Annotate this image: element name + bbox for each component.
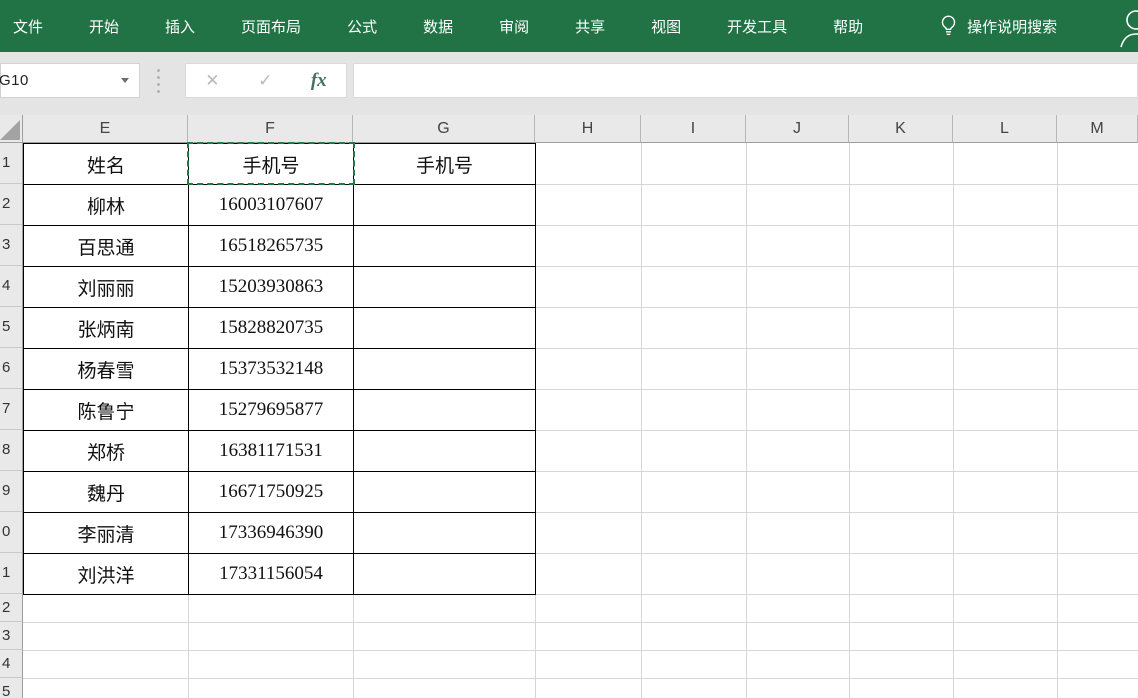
column-header-K[interactable]: K bbox=[849, 115, 953, 143]
row-header-11[interactable]: 1 bbox=[0, 553, 23, 594]
tab-file[interactable]: 文件 bbox=[13, 16, 43, 37]
cell-E1[interactable]: 姓名 bbox=[24, 144, 189, 185]
formula-input[interactable] bbox=[353, 63, 1138, 98]
tab-formulas[interactable]: 公式 bbox=[347, 16, 377, 37]
cell-F6[interactable]: 15373532148 bbox=[189, 349, 354, 390]
tab-help[interactable]: 帮助 bbox=[833, 16, 863, 37]
data-table: 姓名 手机号 手机号 柳林 16003107607 百思通 1651826573… bbox=[23, 143, 536, 595]
tell-me-search[interactable]: 操作说明搜索 bbox=[939, 14, 1057, 39]
tell-me-search-label: 操作说明搜索 bbox=[967, 16, 1057, 37]
cell-G1[interactable]: 手机号 bbox=[354, 144, 536, 185]
cell-E8[interactable]: 郑桥 bbox=[24, 431, 189, 472]
name-box[interactable]: G10 bbox=[0, 63, 140, 98]
cell-F3[interactable]: 16518265735 bbox=[189, 226, 354, 267]
cell-E6[interactable]: 杨春雪 bbox=[24, 349, 189, 390]
cancel-icon[interactable]: ✕ bbox=[205, 71, 219, 91]
row-header-1[interactable]: 1 bbox=[0, 143, 23, 184]
column-header-M[interactable]: M bbox=[1057, 115, 1138, 143]
cell-E4[interactable]: 刘丽丽 bbox=[24, 267, 189, 308]
cell-G6[interactable] bbox=[354, 349, 536, 390]
column-header-G[interactable]: G bbox=[353, 115, 535, 143]
name-box-dropdown-icon[interactable] bbox=[121, 78, 129, 83]
row-header-13[interactable]: 3 bbox=[0, 622, 23, 650]
row-header-12[interactable]: 2 bbox=[0, 594, 23, 622]
row-header-14[interactable]: 4 bbox=[0, 650, 23, 678]
gridline bbox=[23, 650, 1138, 651]
cell-G7[interactable] bbox=[354, 390, 536, 431]
cell-F9[interactable]: 16671750925 bbox=[189, 472, 354, 513]
cell-G4[interactable] bbox=[354, 267, 536, 308]
tab-developer[interactable]: 开发工具 bbox=[727, 16, 787, 37]
cell-E5[interactable]: 张炳南 bbox=[24, 308, 189, 349]
tab-view[interactable]: 视图 bbox=[651, 16, 681, 37]
gridline bbox=[23, 678, 1138, 679]
gridline bbox=[953, 143, 954, 698]
cell-F4[interactable]: 15203930863 bbox=[189, 267, 354, 308]
cell-F8[interactable]: 16381171531 bbox=[189, 431, 354, 472]
gridline bbox=[849, 143, 850, 698]
column-header-F[interactable]: F bbox=[188, 115, 353, 143]
row-header-2[interactable]: 2 bbox=[0, 184, 23, 225]
column-header-H[interactable]: H bbox=[535, 115, 641, 143]
row-header-4[interactable]: 4 bbox=[0, 266, 23, 307]
cell-E9[interactable]: 魏丹 bbox=[24, 472, 189, 513]
cell-E2[interactable]: 柳林 bbox=[24, 185, 189, 226]
cell-G10[interactable] bbox=[354, 513, 536, 554]
column-header-E[interactable]: E bbox=[23, 115, 188, 143]
tab-data[interactable]: 数据 bbox=[423, 16, 453, 37]
cell-G3[interactable] bbox=[354, 226, 536, 267]
cell-F1[interactable]: 手机号 bbox=[189, 144, 354, 185]
gridline bbox=[1057, 143, 1058, 698]
tab-review[interactable]: 审阅 bbox=[499, 16, 529, 37]
row-header-10[interactable]: 0 bbox=[0, 512, 23, 553]
excel-window: 文件 开始 插入 页面布局 公式 数据 审阅 共享 视图 开发工具 帮助 操作说… bbox=[0, 0, 1138, 698]
cell-E7[interactable]: 陈鲁宁 bbox=[24, 390, 189, 431]
cell-F2[interactable]: 16003107607 bbox=[189, 185, 354, 226]
cell-F7[interactable]: 15279695877 bbox=[189, 390, 354, 431]
gridline bbox=[641, 143, 642, 698]
cell-F10[interactable]: 17336946390 bbox=[189, 513, 354, 554]
gridline bbox=[746, 143, 747, 698]
insert-function-icon[interactable]: fx bbox=[311, 70, 327, 92]
select-all-triangle-icon bbox=[0, 120, 20, 140]
gridline bbox=[23, 622, 1138, 623]
column-header-L[interactable]: L bbox=[953, 115, 1057, 143]
cell-E10[interactable]: 李丽清 bbox=[24, 513, 189, 554]
row-header-9[interactable]: 9 bbox=[0, 471, 23, 512]
tab-home[interactable]: 开始 bbox=[89, 16, 119, 37]
column-header-I[interactable]: I bbox=[641, 115, 746, 143]
row-header-8[interactable]: 8 bbox=[0, 430, 23, 471]
ribbon-tab-bar: 文件 开始 插入 页面布局 公式 数据 审阅 共享 视图 开发工具 帮助 操作说… bbox=[0, 0, 1138, 52]
cell-G5[interactable] bbox=[354, 308, 536, 349]
tab-insert[interactable]: 插入 bbox=[165, 16, 195, 37]
row-header-5[interactable]: 5 bbox=[0, 307, 23, 348]
cell-G11[interactable] bbox=[354, 554, 536, 595]
account-icon[interactable] bbox=[1116, 5, 1138, 54]
row-header-15[interactable]: 5 bbox=[0, 678, 23, 698]
row-header-3[interactable]: 3 bbox=[0, 225, 23, 266]
lightbulb-icon bbox=[939, 14, 958, 39]
select-all-button[interactable] bbox=[0, 115, 23, 143]
column-header-J[interactable]: J bbox=[746, 115, 849, 143]
cell-F5[interactable]: 15828820735 bbox=[189, 308, 354, 349]
cell-F11[interactable]: 17331156054 bbox=[189, 554, 354, 595]
formula-bar-resize-handle[interactable] bbox=[157, 69, 160, 97]
cell-E11[interactable]: 刘洪洋 bbox=[24, 554, 189, 595]
tab-page-layout[interactable]: 页面布局 bbox=[241, 16, 301, 37]
name-box-value: G10 bbox=[0, 72, 29, 89]
cell-G2[interactable] bbox=[354, 185, 536, 226]
row-header-6[interactable]: 6 bbox=[0, 348, 23, 389]
formula-buttons: ✕ ✓ fx bbox=[185, 63, 347, 98]
cell-G8[interactable] bbox=[354, 431, 536, 472]
enter-icon[interactable]: ✓ bbox=[258, 71, 272, 91]
sheet-top-band bbox=[0, 98, 1138, 115]
row-header-7[interactable]: 7 bbox=[0, 389, 23, 430]
cell-G9[interactable] bbox=[354, 472, 536, 513]
tab-share[interactable]: 共享 bbox=[575, 16, 605, 37]
cell-E3[interactable]: 百思通 bbox=[24, 226, 189, 267]
